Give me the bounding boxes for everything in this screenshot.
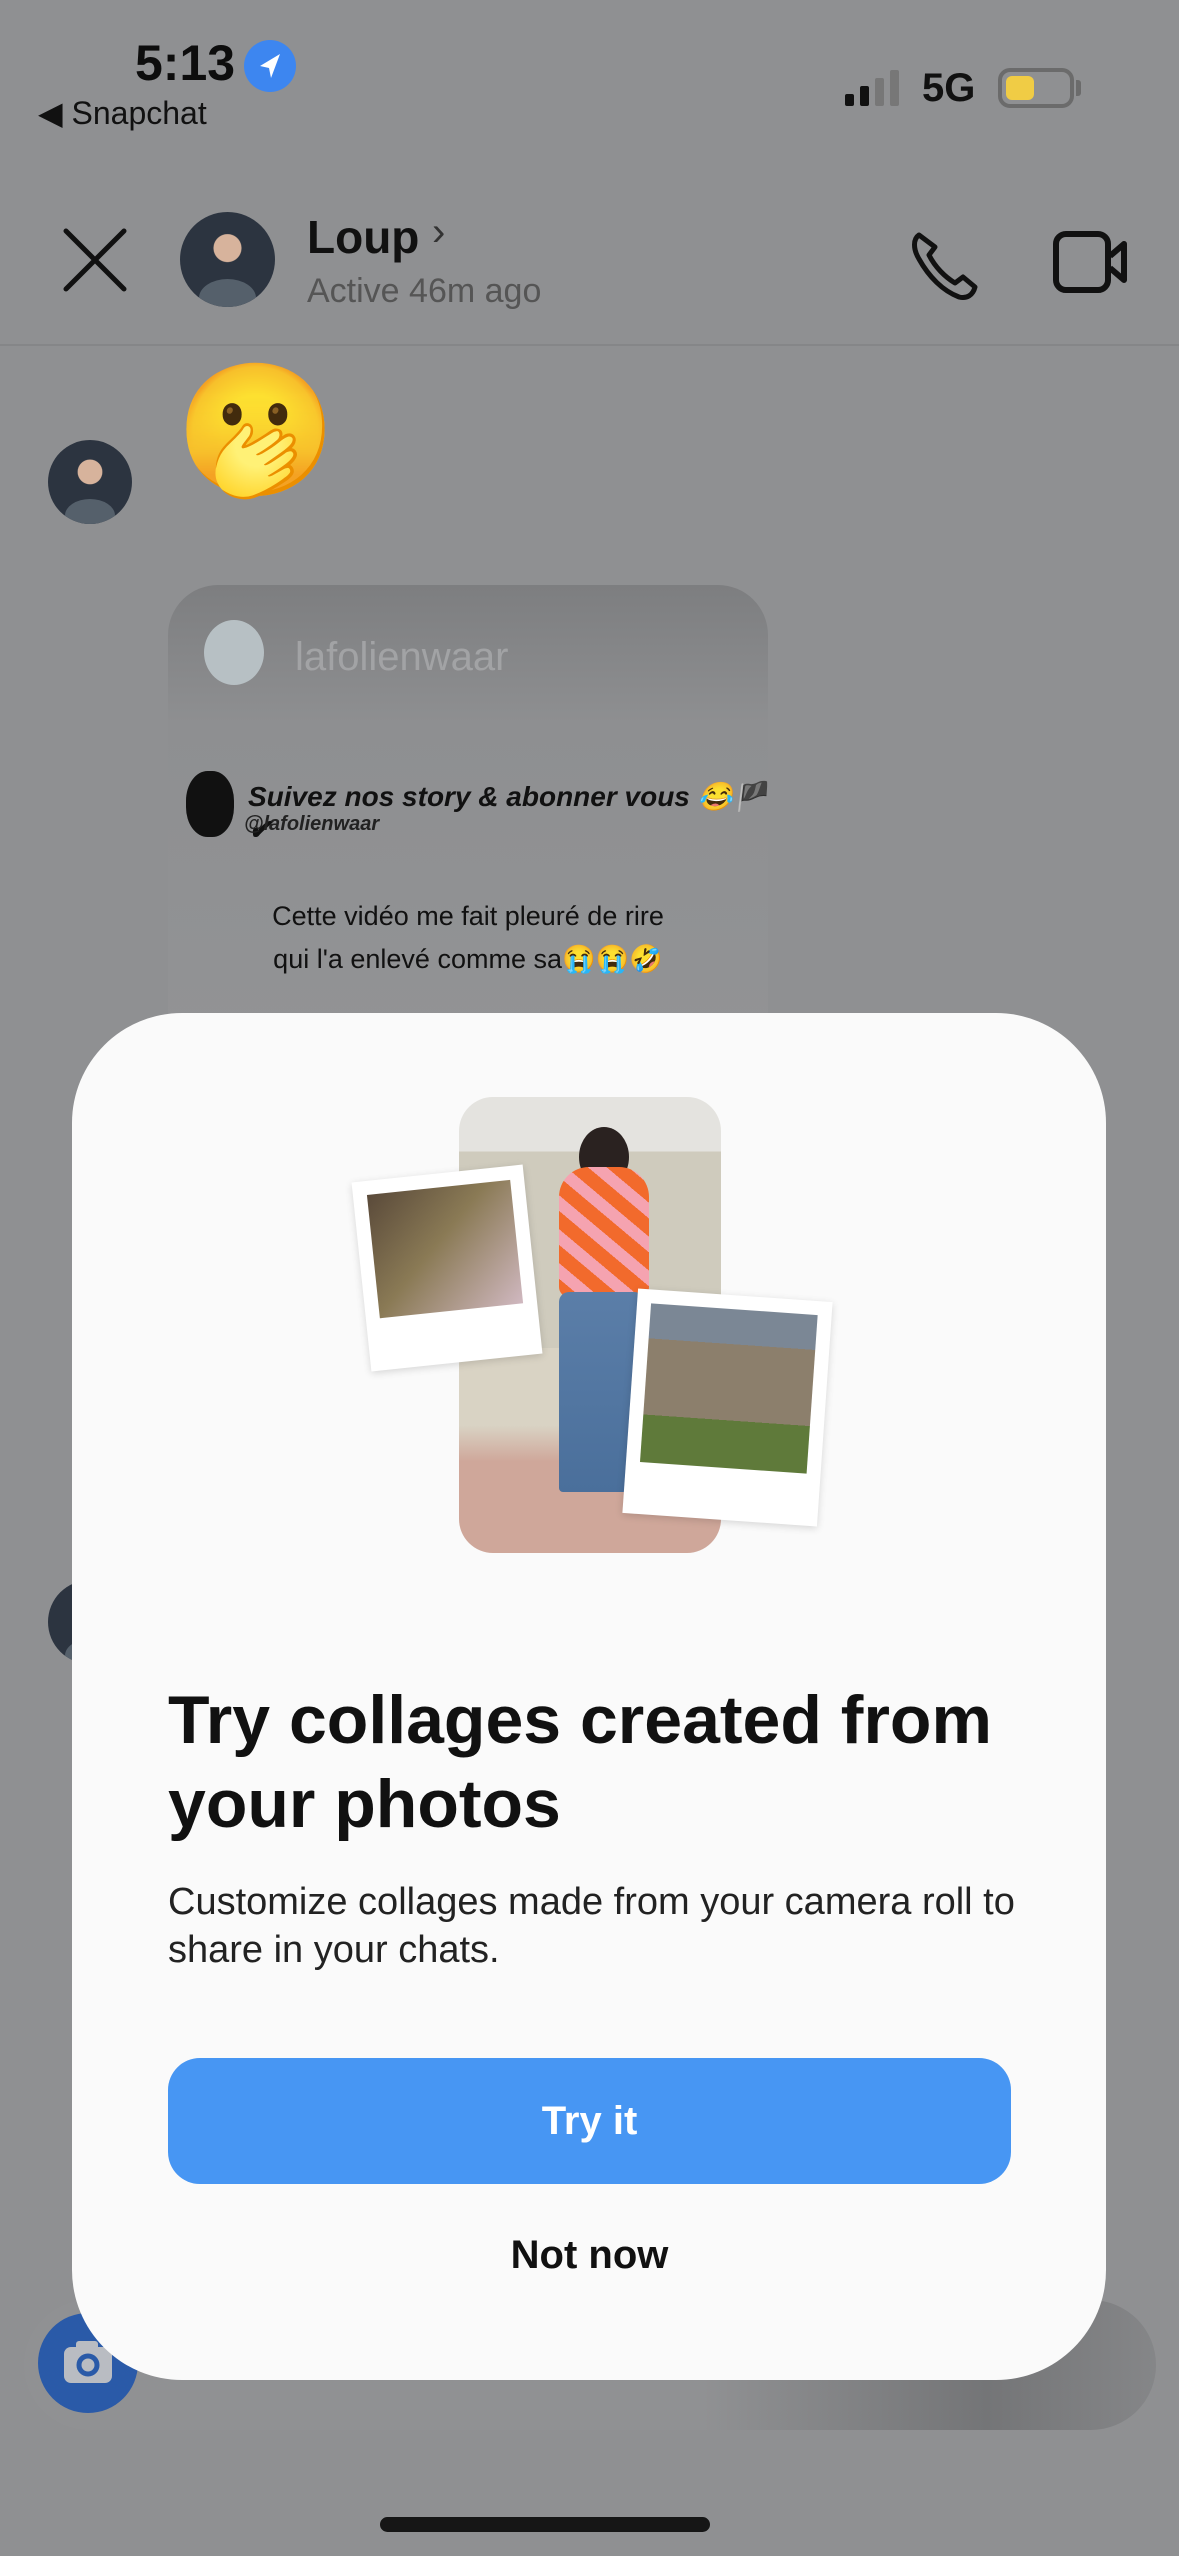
modal-title: Try collages created from your photos bbox=[168, 1682, 992, 1842]
story-avatar bbox=[204, 620, 264, 685]
caption-line: Cette vidéo me fait pleuré de rire bbox=[272, 901, 664, 931]
not-now-button[interactable]: Not now bbox=[168, 2233, 1011, 2278]
phone-icon[interactable] bbox=[905, 225, 985, 305]
header-divider bbox=[0, 344, 1179, 346]
collage-polaroid-right bbox=[622, 1288, 833, 1527]
modal-subtitle: Customize collages made from your camera… bbox=[168, 1881, 1015, 1971]
back-app-label: Snapchat bbox=[71, 95, 207, 131]
close-icon[interactable] bbox=[60, 225, 130, 295]
story-overlay-handle: @lafolienwaar bbox=[244, 813, 380, 835]
sender-avatar[interactable] bbox=[48, 440, 132, 524]
emoji-message[interactable]: 🫢 bbox=[175, 365, 337, 495]
home-indicator[interactable] bbox=[380, 2517, 710, 2532]
story-caption: Cette vidéo me fait pleuré de rire qui l… bbox=[168, 895, 768, 981]
avatar[interactable] bbox=[180, 212, 275, 307]
photo-detail bbox=[559, 1167, 649, 1297]
location-arrow-icon bbox=[244, 40, 296, 92]
battery-icon bbox=[998, 68, 1074, 108]
video-icon[interactable] bbox=[1052, 228, 1132, 296]
active-status: Active 46m ago bbox=[307, 272, 542, 310]
chevron-right-icon[interactable]: › bbox=[432, 210, 445, 255]
status-time: 5:13 bbox=[135, 35, 236, 91]
collage-promo-modal: Try collages created from your photos Cu… bbox=[72, 1013, 1106, 2380]
collage-polaroid-left bbox=[351, 1164, 543, 1372]
story-profile-image bbox=[186, 771, 234, 837]
shared-story-card[interactable]: lafolienwaar Suivez nos story & abonner … bbox=[168, 585, 768, 1045]
network-type: 5G bbox=[922, 66, 976, 110]
contact-name[interactable]: Loup bbox=[307, 210, 419, 264]
back-to-app-link[interactable]: ◀ Snapchat bbox=[38, 94, 207, 132]
try-it-button[interactable]: Try it bbox=[168, 2058, 1011, 2184]
story-username: lafolienwaar bbox=[295, 635, 509, 679]
battery-tip bbox=[1076, 80, 1081, 96]
signal-icon bbox=[845, 70, 899, 106]
caption-line: qui l'a enlevé comme sa😭😭🤣 bbox=[273, 944, 663, 974]
